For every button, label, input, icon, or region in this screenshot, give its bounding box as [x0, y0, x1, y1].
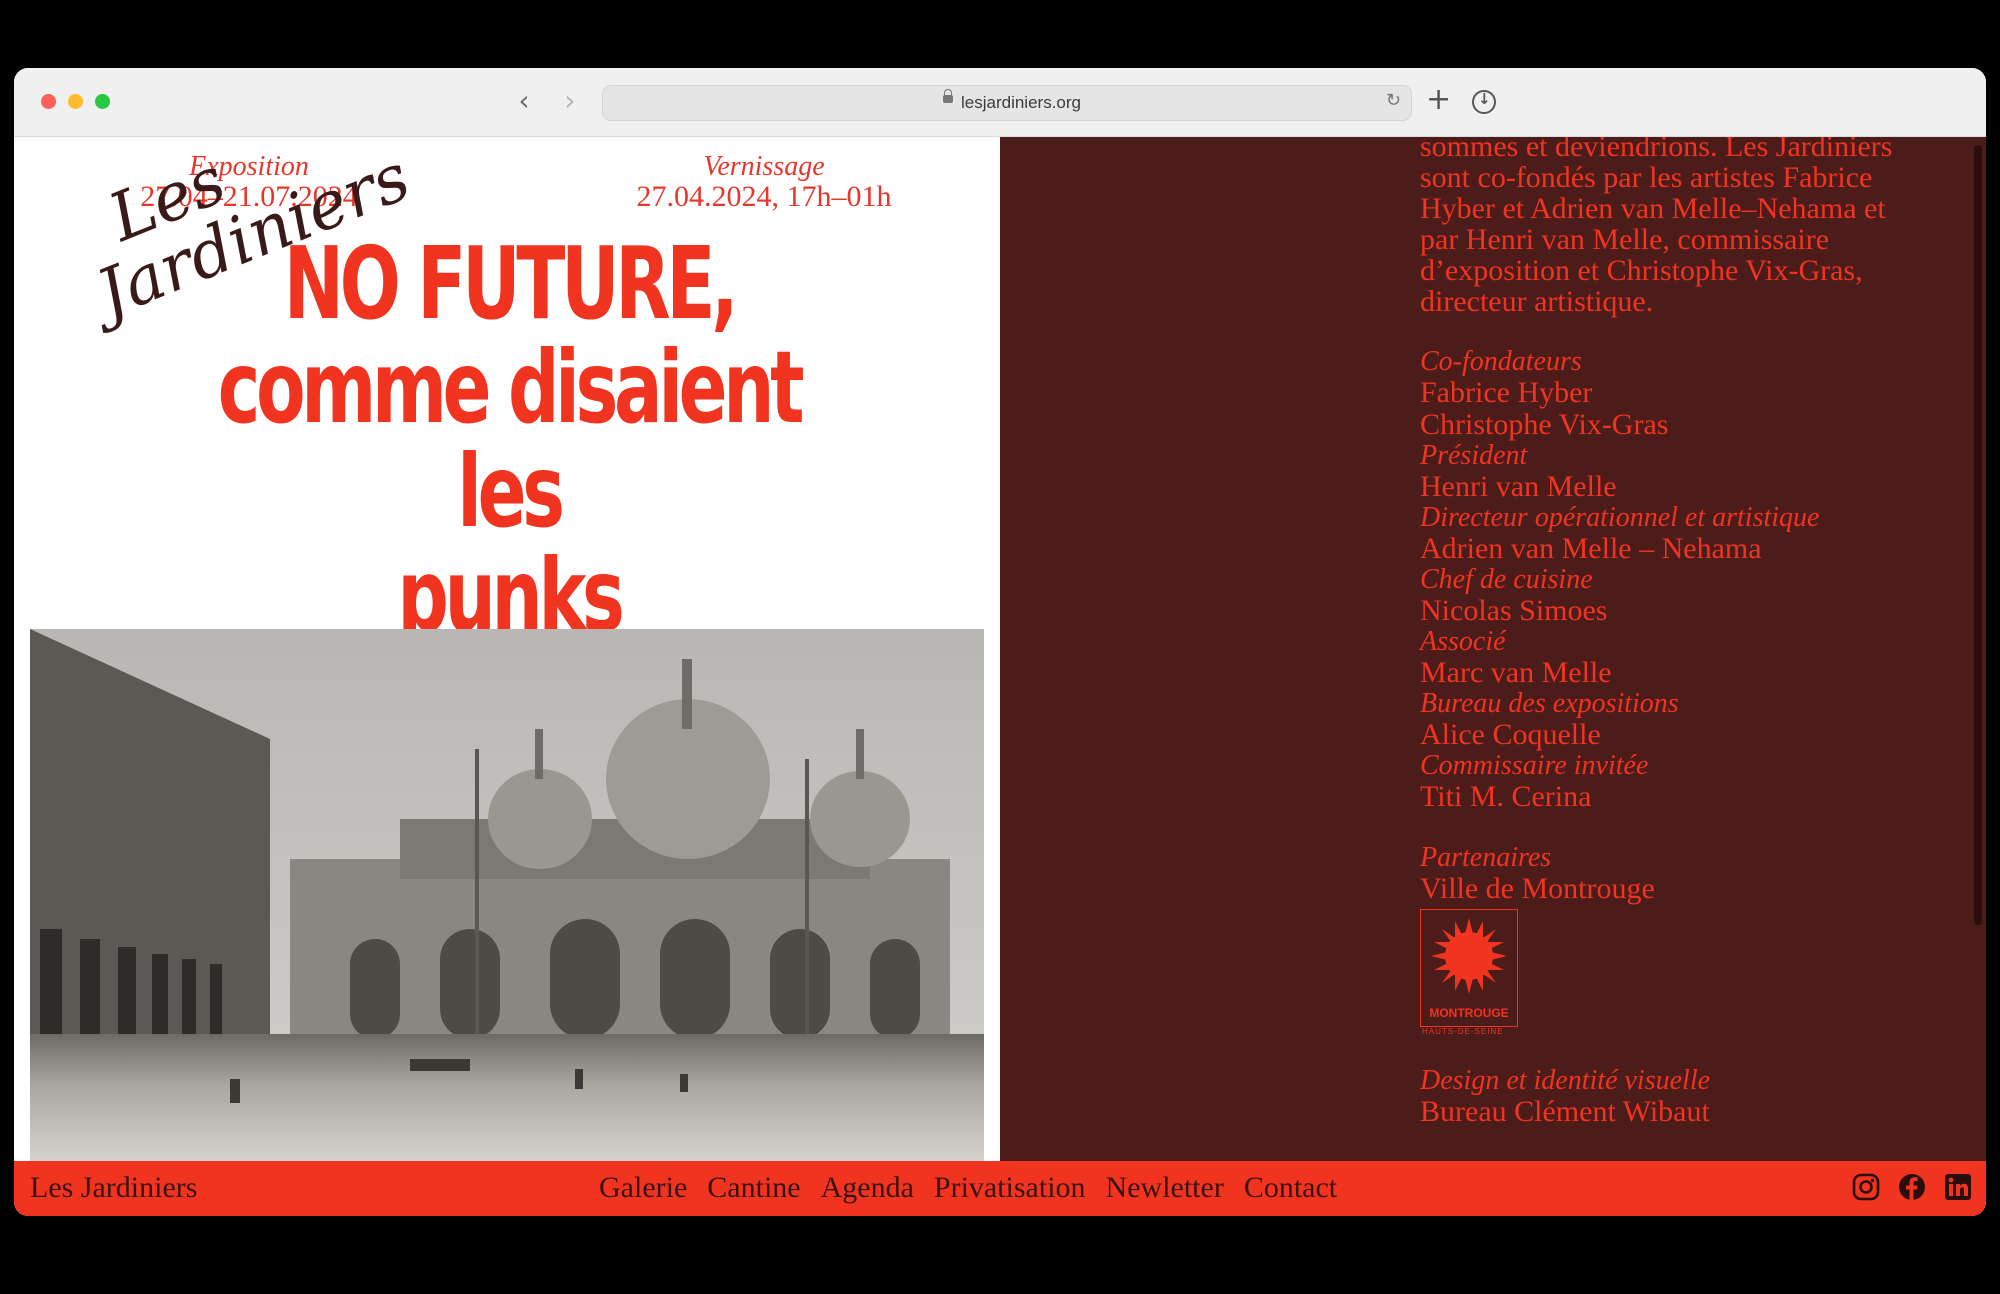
partners-label: Partenaires [1420, 842, 1552, 873]
facebook-icon[interactable] [1898, 1173, 1926, 1201]
forward-icon[interactable]: › [556, 87, 584, 116]
curator-name: Titi M. Cerina [1420, 780, 1592, 813]
cofounder-name: Christophe Vix-Gras [1420, 408, 1669, 441]
nav-cantine[interactable]: Cantine [707, 1171, 800, 1205]
credits-list: sommes et deviendrions. Les Jardiniers s… [1420, 137, 1960, 1128]
intro-line: directeur artistique. [1420, 285, 1654, 318]
intro-line: Hyber et Adrien van Melle–Nehama et [1420, 192, 1886, 225]
intro-line: sont co-fondés par les artistes Fabrice [1420, 161, 1873, 194]
downloads-icon[interactable] [1472, 90, 1496, 114]
reload-icon[interactable]: ↻ [1386, 90, 1401, 111]
montrouge-logo-sub: HAUTS-DE-SEINE [1422, 1027, 1504, 1036]
office-label: Bureau des expositions [1420, 688, 1679, 719]
associate-name: Marc van Melle [1420, 656, 1612, 689]
credits-pane: sommes et deviendrions. Les Jardiniers s… [1000, 137, 1986, 1161]
cofounder-name: Fabrice Hyber [1420, 376, 1593, 409]
instagram-icon[interactable] [1852, 1173, 1880, 1201]
design-label: Design et identité visuelle [1420, 1065, 1711, 1096]
intro-line: d’exposition et Christophe Vix-Gras, [1420, 254, 1863, 287]
venice-photo-illustration [30, 629, 984, 1161]
lock-icon [943, 89, 953, 103]
director-name: Adrien van Melle – Nehama [1420, 532, 1762, 565]
associate-label: Associé [1420, 626, 1506, 657]
window-maximize-button[interactable] [95, 94, 110, 109]
cofounders-label: Co-fondateurs [1420, 346, 1582, 377]
design-name[interactable]: Bureau Clément Wibaut [1420, 1096, 1960, 1128]
nav-newletter[interactable]: Newletter [1106, 1171, 1224, 1205]
nav-galerie[interactable]: Galerie [599, 1171, 687, 1205]
back-icon[interactable]: ‹ [510, 87, 538, 116]
montrouge-logo-name: MONTROUGE [1429, 1006, 1509, 1020]
poster-pane: Exposition 27.04–21.07.2024 Vernissage 2… [14, 137, 1000, 1161]
montrouge-logo[interactable]: MONTROUGE [1420, 909, 1518, 1027]
nav-agenda[interactable]: Agenda [821, 1171, 914, 1205]
site-name-link[interactable]: Les Jardiniers [30, 1171, 197, 1205]
venice-photo [30, 629, 984, 1161]
chef-label: Chef de cuisine [1420, 564, 1593, 595]
vernissage-label: Vernissage [703, 151, 825, 182]
new-tab-icon[interactable]: + [1426, 82, 1451, 118]
intro-line: sommes et deviendrions. Les Jardiniers [1420, 137, 1893, 163]
nav-contact[interactable]: Contact [1244, 1171, 1337, 1205]
headline-line-2: comme disaient les [217, 329, 805, 550]
sun-icon [1431, 918, 1507, 994]
president-name: Henri van Melle [1420, 470, 1617, 503]
linkedin-icon[interactable] [1944, 1173, 1972, 1201]
main-nav: Galerie Cantine Agenda Privatisation New… [599, 1171, 1337, 1205]
credits-scrollbar[interactable] [1974, 145, 1982, 925]
president-label: Président [1420, 440, 1528, 471]
window-close-button[interactable] [41, 94, 56, 109]
intro-text: sommes et deviendrions. Les Jardiniers s… [1420, 137, 1960, 317]
social-links [1852, 1173, 1972, 1201]
vernissage-dates: Vernissage 27.04.2024, 17h–01h [579, 153, 949, 213]
address-bar[interactable]: lesjardiniers.org ↻ [602, 85, 1412, 121]
office-name: Alice Coquelle [1420, 718, 1601, 751]
intro-line: par Henri van Melle, commissaire [1420, 223, 1830, 256]
window-minimize-button[interactable] [68, 94, 83, 109]
chef-name: Nicolas Simoes [1420, 594, 1608, 627]
url-text: lesjardiniers.org [961, 93, 1081, 112]
exhibition-headline: NO FUTURE, comme disaient les punks [174, 232, 844, 648]
vernissage-value: 27.04.2024, 17h–01h [636, 180, 892, 213]
partner-name[interactable]: Ville de Montrouge [1420, 873, 1960, 905]
browser-toolbar: ‹ › lesjardiniers.org ↻ + [14, 68, 1986, 137]
footer-nav-bar: Les Jardiniers Galerie Cantine Agenda Pr… [14, 1161, 1986, 1216]
browser-window: ‹ › lesjardiniers.org ↻ + Exposition 27.… [14, 68, 1986, 1216]
director-label: Directeur opérationnel et artistique [1420, 502, 1820, 533]
nav-privatisation[interactable]: Privatisation [934, 1171, 1086, 1205]
curator-label: Commissaire invitée [1420, 750, 1649, 781]
